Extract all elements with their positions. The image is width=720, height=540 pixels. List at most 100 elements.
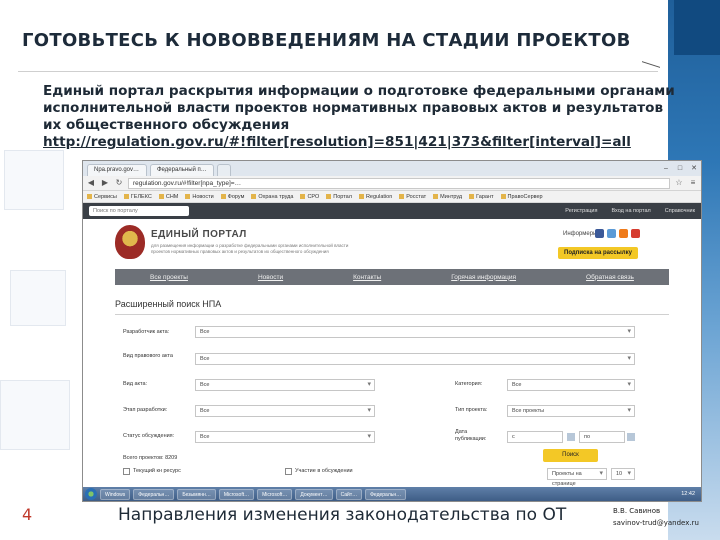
menu-item[interactable]: Новости — [258, 274, 283, 281]
maximize-icon[interactable]: □ — [673, 164, 687, 174]
menu-item[interactable]: Контакты — [353, 274, 381, 281]
rss-icon[interactable] — [619, 229, 628, 238]
folder-icon — [158, 194, 164, 199]
checkbox-label: Текущий кн ресурс — [133, 468, 181, 474]
folder-icon — [326, 194, 332, 199]
title-arrow-icon — [642, 61, 660, 77]
developer-label: Разработчик акта: — [123, 329, 170, 335]
windows-taskbar: Windows Федеральн… Безымянн… Microsoft… … — [83, 487, 701, 501]
taskbar-item[interactable]: Сайт… — [335, 488, 363, 500]
category-select[interactable]: Все — [507, 379, 635, 391]
reference-link[interactable]: Справочник — [665, 208, 695, 214]
deco-square — [0, 380, 70, 450]
folder-icon — [220, 194, 226, 199]
search-button[interactable]: Поиск — [543, 449, 598, 462]
bookmark[interactable]: Сервисы — [87, 194, 117, 200]
developer-select[interactable]: Все — [195, 326, 635, 338]
bookmark[interactable]: Портал — [326, 194, 352, 200]
close-icon[interactable]: ✕ — [687, 164, 701, 174]
folder-icon — [433, 194, 439, 199]
folder-icon — [469, 194, 475, 199]
taskbar-item[interactable]: Федеральн… — [365, 488, 407, 500]
project-type-label: Тип проекта: — [455, 407, 488, 413]
site-search-input[interactable]: Поиск по порталу — [89, 206, 189, 216]
date-from-input[interactable]: с — [507, 431, 563, 443]
discussion-status-select[interactable]: Все — [195, 431, 375, 443]
portal-subtitle: для размещения информации о разработке ф… — [151, 243, 349, 254]
bookmark[interactable]: СРО — [300, 194, 319, 200]
taskbar-item[interactable]: Windows — [100, 488, 131, 500]
title-divider — [18, 71, 658, 72]
coat-of-arms-logo — [115, 225, 145, 259]
address-bar[interactable]: regulation.gov.ru/#!filter[npa_type]=… — [128, 177, 670, 189]
stage-label: Этап разработки: — [123, 407, 168, 413]
intro-description: Единый портал раскрытия информации о под… — [43, 83, 675, 133]
bookmark[interactable]: Минтруд — [433, 194, 462, 200]
browser-tab[interactable]: Npa.pravo.gov… — [87, 164, 147, 176]
menu-item[interactable]: Все проекты — [150, 274, 188, 281]
menu-item[interactable]: Обратная связь — [586, 274, 634, 281]
twitter-icon[interactable] — [607, 229, 616, 238]
forward-icon[interactable]: ▶ — [100, 178, 110, 188]
calendar-icon[interactable] — [567, 433, 575, 441]
browser-tabs: Npa.pravo.gov… Федеральный п… – □ ✕ — [83, 161, 701, 176]
total-found: Всего проектов: 8209 — [123, 455, 178, 461]
taskbar-item[interactable]: Федеральн… — [133, 488, 175, 500]
regulation-link[interactable]: http://regulation.gov.ru/#!filter[resolu… — [43, 134, 683, 151]
left-decoration — [0, 150, 75, 450]
taskbar-item[interactable]: Microsoft… — [257, 488, 293, 500]
browser-tab[interactable]: Федеральный п… — [150, 164, 214, 176]
section-divider — [115, 314, 669, 315]
mail-icon[interactable] — [631, 229, 640, 238]
new-tab-button[interactable] — [216, 164, 231, 176]
intro-text: Единый портал раскрытия информации о под… — [43, 83, 683, 151]
bookmark[interactable]: Форум — [220, 194, 244, 200]
folder-icon — [358, 194, 364, 199]
bookmark[interactable]: Охрана труда — [251, 194, 293, 200]
bookmark[interactable]: Regulation — [358, 194, 392, 200]
right-accent-cap — [674, 0, 720, 55]
author-email[interactable]: savinov-trud@yandex.ru — [613, 517, 699, 529]
site-topbar: Поиск по порталу Регистрация Вход на пор… — [83, 203, 701, 219]
star-icon[interactable]: ☆ — [674, 178, 684, 188]
pubdate-label: Дата публикации: — [455, 429, 487, 442]
taskbar-item[interactable]: Microsoft… — [218, 488, 255, 500]
bookmark[interactable]: Росстат — [399, 194, 426, 200]
taskbar-item[interactable]: Документ… — [295, 488, 333, 500]
back-icon[interactable]: ◀ — [86, 178, 96, 188]
checkbox-label: Участие в обсуждении — [295, 468, 353, 474]
menu-icon[interactable]: ≡ — [688, 178, 698, 188]
per-page-select[interactable]: 10 — [611, 468, 635, 480]
calendar-icon[interactable] — [627, 433, 635, 441]
reload-icon[interactable]: ↻ — [114, 178, 124, 188]
folder-icon — [87, 194, 92, 199]
browser-nav-bar: ◀ ▶ ↻ regulation.gov.ru/#!filter[npa_typ… — [83, 176, 701, 191]
taskbar-item[interactable]: Безымянн… — [177, 488, 216, 500]
register-link[interactable]: Регистрация — [565, 208, 597, 214]
bookmark[interactable]: Гарант — [469, 194, 494, 200]
slide-title: ГОТОВЬТЕСЬ К НОВОВВЕДЕНИЯМ НА СТАДИИ ПРО… — [22, 30, 631, 51]
browser-screenshot: Npa.pravo.gov… Федеральный п… – □ ✕ ◀ ▶ … — [82, 160, 702, 502]
project-type-select[interactable]: Все проекты — [507, 405, 635, 417]
login-link[interactable]: Вход на портал — [611, 208, 650, 214]
start-button-icon[interactable] — [85, 488, 97, 500]
bookmark[interactable]: Новости — [185, 194, 214, 200]
checkbox[interactable] — [123, 468, 130, 475]
bookmark[interactable]: СНМ — [158, 194, 178, 200]
subscribe-button[interactable]: Подписка на рассылку — [558, 247, 638, 259]
author-name: В.В. Савинов — [613, 507, 661, 515]
checkbox[interactable] — [285, 468, 292, 475]
menu-item[interactable]: Горячая информация — [451, 274, 516, 281]
folder-icon — [123, 194, 129, 199]
bookmark[interactable]: ПравоСервер — [500, 194, 543, 200]
author-info: В.В. Савинов savinov-trud@yandex.ru — [613, 505, 699, 529]
act-type-select[interactable]: Все — [195, 379, 375, 391]
stage-select[interactable]: Все — [195, 405, 375, 417]
act-kind-select[interactable]: Все — [195, 353, 635, 365]
bookmark[interactable]: ГЕЛЕКС — [123, 194, 152, 200]
date-to-input[interactable]: по — [579, 431, 625, 443]
sort-select[interactable]: Проекты на странице — [547, 468, 607, 487]
facebook-icon[interactable] — [595, 229, 604, 238]
minimize-icon[interactable]: – — [659, 164, 673, 174]
footer-title: Направления изменения законодательства п… — [118, 505, 567, 525]
